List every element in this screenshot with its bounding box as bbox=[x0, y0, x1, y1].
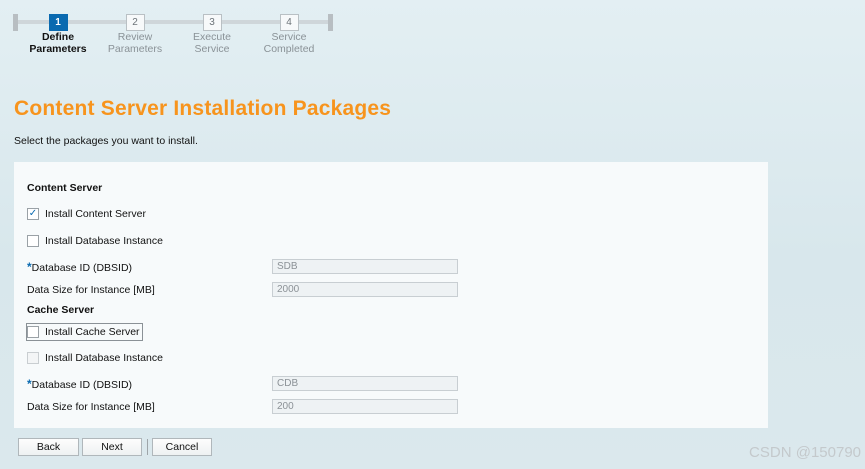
cache-install-db-instance-checkbox bbox=[27, 352, 39, 364]
watermark: CSDN @150790 bbox=[749, 444, 861, 461]
install-content-server-option[interactable]: ✓ Install Content Server bbox=[27, 208, 146, 220]
install-db-instance-option[interactable]: Install Database Instance bbox=[27, 235, 163, 247]
content-db-id-label-text: Database ID (DBSID) bbox=[31, 262, 133, 274]
install-content-server-checkbox[interactable]: ✓ bbox=[27, 208, 39, 220]
step-number: 2 bbox=[125, 14, 145, 31]
back-button[interactable]: Back bbox=[18, 438, 79, 456]
page-title: Content Server Installation Packages bbox=[14, 97, 392, 120]
install-db-instance-checkbox[interactable] bbox=[27, 235, 39, 247]
cache-db-id-label-text: Database ID (DBSID) bbox=[31, 379, 133, 391]
install-db-instance-label: Install Database Instance bbox=[45, 235, 163, 247]
content-db-id-label: *Database ID (DBSID) bbox=[27, 260, 132, 274]
next-button[interactable]: Next bbox=[82, 438, 142, 456]
step-label-line2: Completed bbox=[263, 43, 315, 55]
step-number: 4 bbox=[279, 14, 299, 31]
cache-db-id-label: *Database ID (DBSID) bbox=[27, 377, 132, 391]
step-label-line1: Service bbox=[271, 31, 307, 43]
packages-panel: Content Server ✓ Install Content Server … bbox=[14, 162, 768, 428]
checkmark-icon: ✓ bbox=[28, 208, 38, 219]
cache-db-id-field[interactable] bbox=[272, 376, 458, 391]
step-number: 3 bbox=[202, 14, 222, 31]
content-server-section-title: Content Server bbox=[27, 182, 103, 194]
content-db-id-field[interactable] bbox=[272, 259, 458, 274]
cancel-button[interactable]: Cancel bbox=[152, 438, 212, 456]
content-db-size-label: Data Size for Instance [MB] bbox=[27, 284, 155, 296]
install-cache-server-focus[interactable]: Install Cache Server bbox=[26, 323, 143, 341]
page-subtitle: Select the packages you want to install. bbox=[14, 135, 198, 147]
button-separator bbox=[147, 439, 148, 455]
install-content-server-label: Install Content Server bbox=[45, 208, 146, 220]
cache-db-size-label: Data Size for Instance [MB] bbox=[27, 401, 155, 413]
step-number: 1 bbox=[48, 14, 68, 31]
install-cache-server-label: Install Cache Server bbox=[45, 326, 140, 338]
cache-install-db-instance-label: Install Database Instance bbox=[45, 352, 163, 364]
wizard-step-service-completed[interactable]: 4 Service Completed bbox=[244, 14, 334, 55]
cache-server-section-title: Cache Server bbox=[27, 304, 95, 316]
content-db-size-field[interactable] bbox=[272, 282, 458, 297]
install-cache-server-checkbox[interactable] bbox=[27, 326, 39, 338]
cache-db-size-field[interactable] bbox=[272, 399, 458, 414]
install-cache-server-option[interactable]: Install Cache Server bbox=[26, 323, 143, 341]
cache-install-db-instance-option: Install Database Instance bbox=[27, 352, 163, 364]
